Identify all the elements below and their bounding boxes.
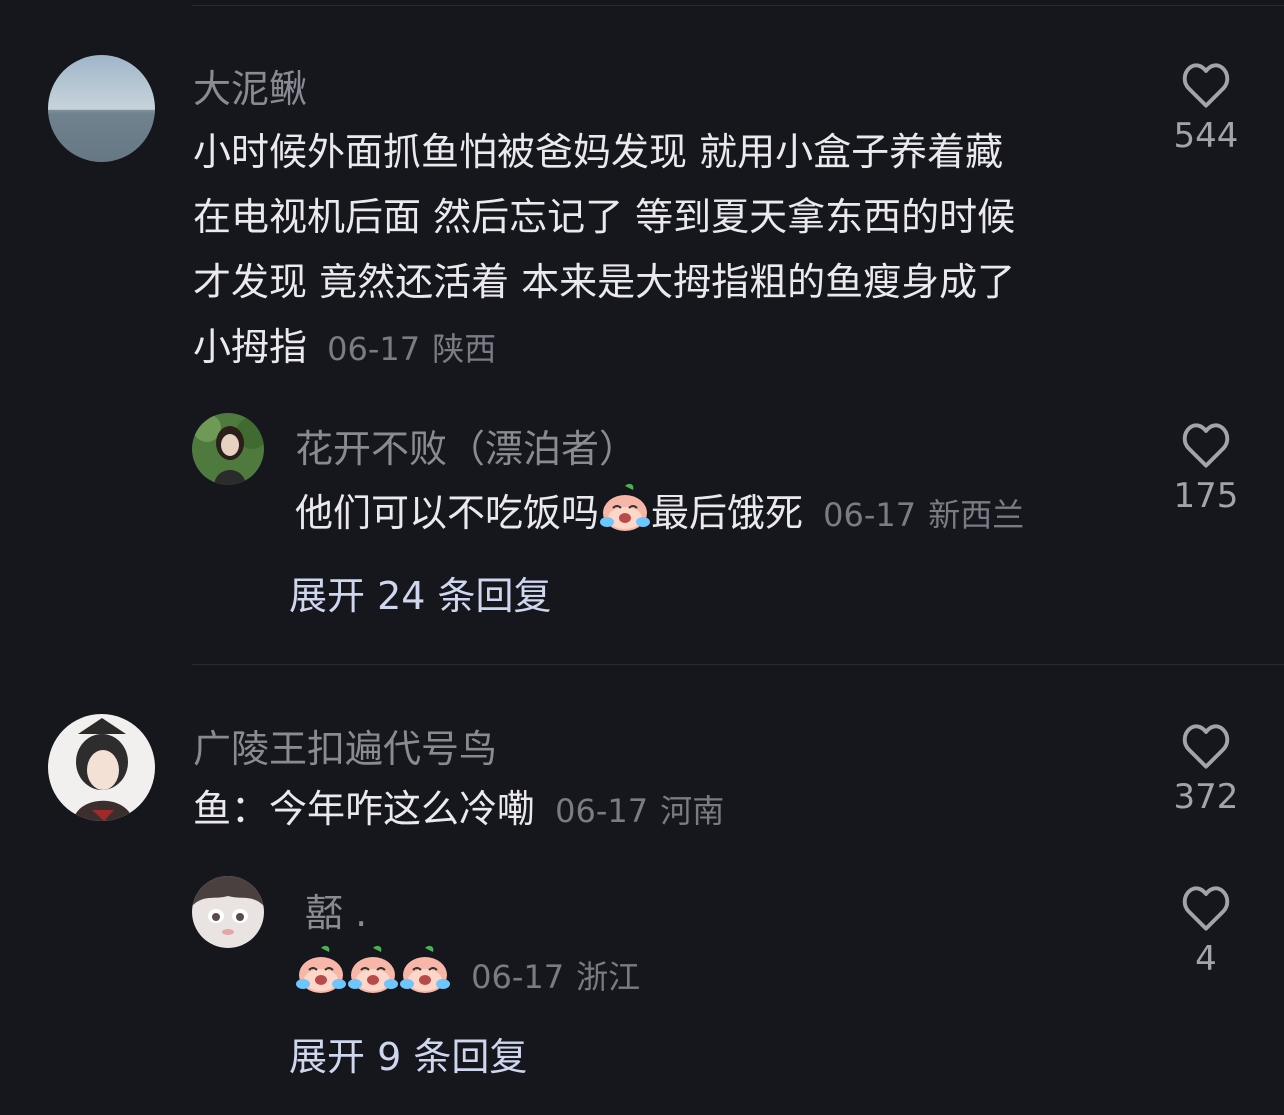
avatar[interactable] (48, 714, 155, 821)
like-button[interactable]: 4 (1166, 883, 1246, 979)
comment-region: 河南 (660, 792, 725, 830)
crying-face-emoji-icon (347, 944, 399, 1011)
crying-face-emoji-icon (399, 944, 451, 1011)
like-count: 4 (1195, 939, 1217, 979)
comment-author[interactable]: 大泥鳅 (193, 58, 307, 113)
avatar[interactable] (192, 876, 264, 948)
comment-text: 06-17 浙江 (295, 944, 640, 1011)
comment-region: 新西兰 (928, 496, 1025, 534)
comment-date: 06-17 (823, 496, 917, 534)
comment-line-text: 小拇指 (193, 325, 308, 369)
top-divider (192, 5, 1284, 6)
comment-region: 浙江 (576, 958, 641, 996)
heart-icon (1182, 63, 1230, 108)
comment-author[interactable]: 嚭 . (305, 882, 367, 937)
comment-line: 小时候外面抓鱼怕被爸妈发现 就用小盒子养着藏 (193, 130, 1004, 174)
like-button[interactable]: 544 (1166, 60, 1246, 156)
comment-text: 鱼：今年咋这么冷嘞 06-17 河南 (193, 782, 724, 839)
expand-replies-button[interactable]: 展开 24 条回复 (289, 565, 552, 620)
heart-icon (1182, 886, 1230, 931)
like-button[interactable]: 175 (1166, 420, 1246, 516)
comment-text-part: 他们可以不吃饭吗 (295, 491, 600, 535)
comment-region: 陕西 (432, 330, 497, 368)
comment-text-part: 最后饿死 (651, 491, 804, 535)
comment-author[interactable]: 花开不败（漂泊者） (295, 418, 637, 473)
comment-text: 小时候外面抓鱼怕被爸妈发现 就用小盒子养着藏 在电视机后面 然后忘记了 等到夏天… (193, 120, 1015, 382)
expand-replies-button[interactable]: 展开 9 条回复 (289, 1026, 527, 1081)
avatar[interactable] (192, 413, 264, 485)
comment-date: 06-17 (327, 330, 421, 368)
comment-date: 06-17 (471, 958, 565, 996)
like-count: 372 (1173, 777, 1239, 817)
comment-divider (192, 664, 1284, 665)
comment-line: 才发现 竟然还活着 本来是大拇指粗的鱼瘦身成了 (193, 260, 1016, 304)
crying-face-emoji-icon (599, 482, 651, 549)
heart-icon (1182, 423, 1230, 468)
comment-text-part: 鱼：今年咋这么冷嘞 (193, 787, 536, 831)
like-button[interactable]: 372 (1166, 721, 1246, 817)
crying-face-emoji-icon (295, 944, 347, 1011)
avatar[interactable] (48, 55, 155, 162)
comment-text: 他们可以不吃饭吗 最后饿死 06-17 新西兰 (295, 482, 1024, 549)
comment-line: 在电视机后面 然后忘记了 等到夏天拿东西的时候 (193, 195, 1016, 239)
comment-date: 06-17 (555, 792, 649, 830)
comment-line: 小拇指 06-17 陕西 (193, 315, 1015, 382)
like-count: 175 (1173, 476, 1239, 516)
heart-icon (1182, 724, 1230, 769)
like-count: 544 (1173, 116, 1239, 156)
comment-author[interactable]: 广陵王扣遍代号鸟 (193, 718, 497, 773)
